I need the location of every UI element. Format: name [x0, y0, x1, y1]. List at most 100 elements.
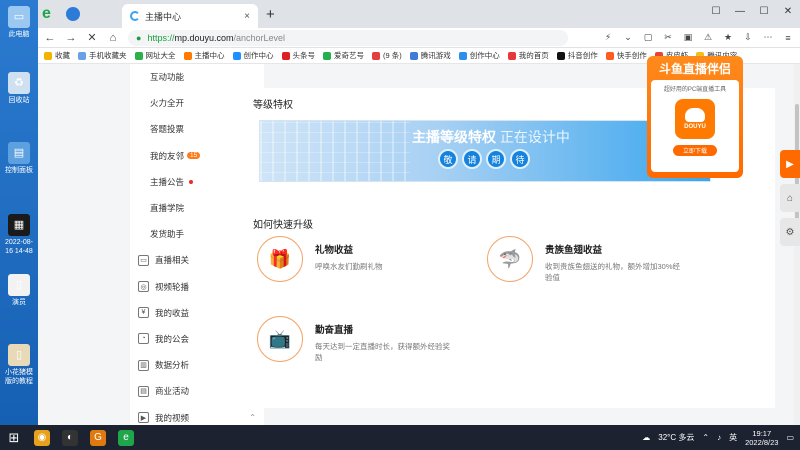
weather-text[interactable]: 32°C 多云 — [658, 432, 694, 443]
feature-noble-income: 🦈 贵族鱼翅收益 收到贵族鱼翅送的礼物，额外增加30%经验值 — [487, 236, 685, 283]
toolbar-icon[interactable]: ⚡ — [602, 32, 614, 44]
bookmark-item[interactable]: 网址大全 — [134, 50, 176, 61]
sidebar-item-label: 数据分析 — [155, 360, 190, 371]
play-icon[interactable]: ▶ — [780, 150, 800, 178]
new-tab-button[interactable]: + — [266, 6, 275, 23]
restore-icon[interactable]: ☐ — [704, 0, 728, 22]
speaker-icon[interactable]: ♪ — [717, 433, 721, 442]
sidebar-group-icon: ▶ — [138, 412, 149, 424]
taskbar-app-icon[interactable]: ◉ — [34, 429, 50, 446]
feature-title: 礼物收益 — [315, 245, 354, 256]
bookmark-item[interactable]: 快手创作 — [605, 50, 647, 61]
toolbar-icon[interactable]: ⌄ — [622, 32, 634, 44]
sidebar-group-icon: ▭ — [138, 254, 149, 266]
desktop-icon-label: 此电脑 — [8, 31, 30, 38]
sidebar-group-icon: ▥ — [138, 359, 149, 371]
url-protocol: https:// — [147, 32, 175, 43]
address-bar[interactable]: ● https://mp.douyu.com/anchorLevel — [128, 29, 568, 46]
fish-mascot-icon — [685, 108, 705, 122]
desktop-icon[interactable]: ♻ 回收站 — [2, 72, 36, 105]
toolbar-icon[interactable]: ⚠ — [702, 32, 714, 44]
settings-icon[interactable]: ⚙ — [780, 218, 800, 246]
desktop-icon[interactable]: ▦ 2022-08-16 14-48 — [2, 214, 36, 256]
chevron-up-icon[interactable]: ⌃ — [702, 433, 709, 442]
bookmark-item[interactable]: (9 条) — [372, 50, 402, 61]
taskbar-app-icon[interactable]: G — [90, 429, 106, 446]
bookmark-label: 快手创作 — [616, 51, 647, 60]
bookmark-favicon-icon — [372, 51, 380, 60]
desktop-icon[interactable]: ▯ 演员 — [2, 274, 36, 307]
tv-icon: 📺 — [257, 316, 303, 362]
download-button[interactable]: 立即下载 — [673, 145, 717, 156]
feature-title: 贵族鱼翅收益 — [545, 245, 603, 256]
banner-grid-decoration — [260, 121, 410, 181]
toolbar-icon[interactable]: ⋯ — [762, 32, 774, 44]
bookmark-favicon-icon — [556, 51, 565, 60]
toolbar-icon[interactable]: ✂ — [662, 32, 674, 44]
gift-icon: 🎁 — [257, 236, 303, 282]
maximize-button[interactable]: ☐ — [752, 0, 776, 22]
toolbar-icon[interactable]: ⇩ — [742, 32, 754, 44]
bookmark-favicon-icon — [78, 51, 86, 60]
sidebar-item-label: 我的视频 — [155, 412, 190, 423]
sidebar-group-icon: ¥ — [138, 307, 149, 319]
close-window-button[interactable]: ✕ — [776, 0, 800, 22]
desktop-icon-image: ♻ — [8, 72, 30, 94]
home-icon[interactable]: ⌂ — [780, 184, 800, 212]
douyu-logo: DOUYU — [675, 99, 715, 139]
start-button[interactable]: ⊞ — [6, 430, 22, 446]
bookmark-favicon-icon — [409, 51, 418, 60]
bookmark-label: 创作中心 — [469, 51, 500, 60]
close-tab-icon[interactable]: × — [244, 11, 250, 22]
taskbar-app-icon[interactable]: ◐ — [62, 429, 78, 446]
bookmark-favicon-icon — [183, 51, 192, 60]
desktop-icon[interactable]: ▤ 控制面板 — [2, 142, 36, 175]
stop-button[interactable]: ✕ — [86, 31, 98, 44]
ime-indicator[interactable]: 英 — [729, 432, 737, 443]
desktop-icon-label: 小花猪模版的教程 — [5, 369, 33, 385]
browser-logo-icon[interactable]: e — [42, 6, 58, 22]
taskbar-browser-icon[interactable]: e — [118, 429, 134, 446]
clock-time: 19:17 — [752, 428, 772, 438]
logo-text: DOUYU — [684, 124, 706, 130]
notification-icon[interactable]: ▭ — [786, 433, 794, 442]
sidebar-item[interactable]: 互动功能 — [130, 64, 264, 90]
back-button[interactable]: ← — [44, 32, 56, 44]
bookmark-item[interactable]: 爱奇艺号 — [323, 50, 364, 61]
navigation-bar: ← → ✕ ⌂ ● https://mp.douyu.com/anchorLev… — [38, 28, 800, 48]
bookmark-label: 手机收藏夹 — [89, 51, 127, 60]
sidebar-item-label: 我的公会 — [155, 333, 190, 344]
sidebar-item-label: 直播相关 — [155, 255, 190, 266]
minimize-button[interactable]: — — [728, 0, 752, 22]
desktop-icon[interactable]: ▯ 小花猪模版的教程 — [2, 344, 36, 386]
bookmark-item[interactable]: 我的首页 — [507, 50, 549, 61]
coming-soon-char: 敬 — [438, 149, 458, 169]
home-button[interactable]: ⌂ — [107, 32, 119, 44]
bookmark-label: 收藏 — [55, 51, 70, 60]
bookmark-item[interactable]: 抖音创作 — [556, 50, 598, 61]
chevron-up-icon[interactable]: ⌃ — [249, 413, 256, 422]
douyu-assistant-ad[interactable]: 斗鱼直播伴侣 超好用的PC端直播工具 DOUYU 立即下载 — [647, 56, 743, 178]
url-path: /anchorLevel — [233, 32, 286, 43]
bookmark-item[interactable]: 手机收藏夹 — [78, 50, 127, 61]
toolbar-icon[interactable]: ≡ — [782, 32, 794, 44]
bookmark-item[interactable]: 主播中心 — [183, 50, 225, 61]
tab-anchor-center[interactable]: 主播中心 × — [122, 4, 258, 28]
bookmark-item[interactable]: 收藏 — [44, 50, 70, 61]
toolbar-icon[interactable]: ▢ — [642, 32, 654, 44]
ad-subtitle: 超好用的PC端直播工具 — [663, 87, 727, 93]
toolbar-icon[interactable]: ▣ — [682, 32, 694, 44]
desktop-icon[interactable]: ▭ 此电脑 — [2, 6, 36, 39]
toolbar-icon[interactable]: ★ — [722, 32, 734, 44]
url-host: mp.douyu.com — [174, 32, 234, 43]
bookmark-item[interactable]: 头条号 — [281, 50, 315, 61]
sidebar-item-label: 互动功能 — [150, 72, 185, 83]
bookmark-item[interactable]: 腾讯游戏 — [409, 50, 451, 61]
coming-soon-char: 期 — [486, 149, 506, 169]
clock[interactable]: 19:17 2022/8/23 — [745, 429, 778, 447]
forward-button[interactable]: → — [65, 32, 77, 44]
bookmark-item[interactable]: 创作中心 — [458, 50, 500, 61]
cloud-icon: ☁ — [642, 433, 651, 442]
bookmark-item[interactable]: 创作中心 — [232, 50, 274, 61]
extension-icon[interactable] — [66, 7, 80, 21]
